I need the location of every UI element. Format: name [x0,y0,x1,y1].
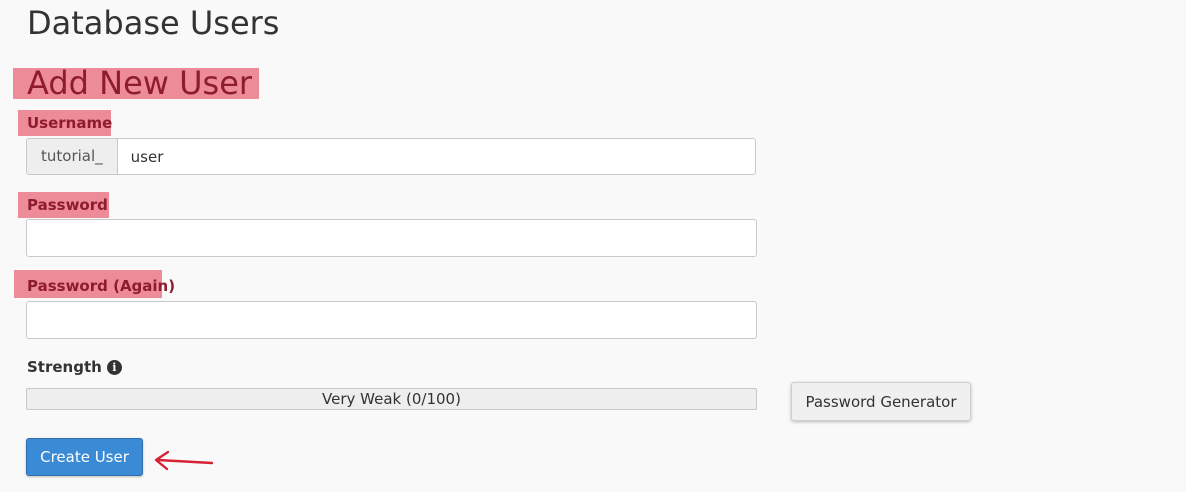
password-label: Password [27,196,108,214]
strength-meter-text: Very Weak (0/100) [322,390,461,408]
username-input[interactable] [117,139,755,174]
strength-meter: Very Weak (0/100) [26,388,757,410]
section-title: Add New User [27,64,253,102]
left-arrow-icon [154,450,214,471]
strength-label-row: Strength i [27,357,122,377]
username-prefix: tutorial_ [27,139,118,174]
add-db-user-page: Database Users Add New User Username tut… [0,0,1186,492]
page-title: Database Users [27,4,280,42]
password-again-label: Password (Again) [27,277,176,295]
password-input[interactable] [26,219,757,257]
password-generator-button[interactable]: Password Generator [791,382,971,421]
password-again-input[interactable] [26,301,757,339]
create-user-button[interactable]: Create User [26,438,143,476]
strength-label: Strength [27,358,102,376]
info-circle-icon[interactable]: i [106,359,122,375]
username-input-group: tutorial_ [26,138,756,175]
username-label: Username [27,114,113,132]
